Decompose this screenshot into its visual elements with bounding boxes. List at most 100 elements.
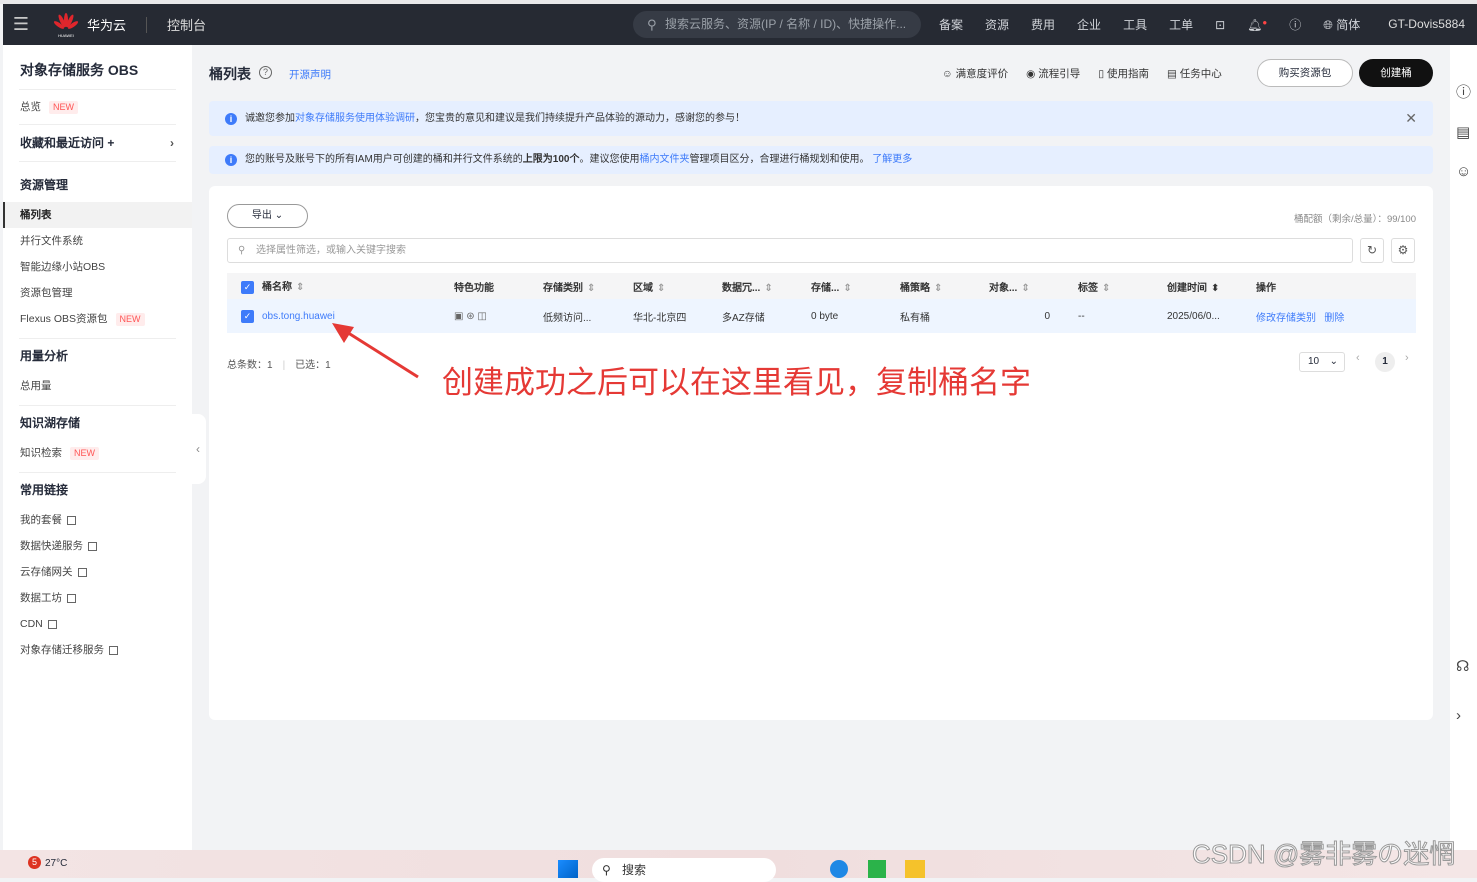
text: 诚邀您参加 bbox=[245, 113, 295, 124]
nav-enterprise[interactable]: 企业 bbox=[1077, 16, 1101, 33]
buy-package-button[interactable]: 购买资源包 bbox=[1257, 59, 1353, 87]
col-objects[interactable]: 对象... ⇕ bbox=[975, 273, 1064, 299]
label: 存储... bbox=[811, 282, 840, 294]
sidebar-favorites[interactable]: 收藏和最近访问 + › bbox=[3, 125, 192, 161]
col-created[interactable]: 创建时间 ⬍ bbox=[1153, 273, 1242, 299]
col-name[interactable]: ✓ 桶名称 ⇕ bbox=[227, 273, 440, 299]
file-explorer-icon[interactable] bbox=[905, 860, 925, 878]
smiley-icon: ☺ bbox=[942, 68, 953, 80]
col-policy[interactable]: 桶策略 ⇕ bbox=[886, 273, 975, 299]
sidebar-item-flexus[interactable]: Flexus OBS资源包 NEW bbox=[3, 306, 192, 332]
satisfaction-button[interactable]: ☺ 满意度评价 bbox=[942, 66, 1008, 81]
filter-search-input[interactable]: ⚲ 选择属性筛选，或输入关键字搜索 bbox=[227, 238, 1353, 263]
app-icon[interactable] bbox=[868, 860, 886, 878]
folder-link[interactable]: 桶内文件夹 bbox=[639, 154, 689, 165]
windows-start-icon[interactable] bbox=[558, 860, 578, 878]
prev-page-button[interactable]: ‹ bbox=[1356, 352, 1360, 364]
section-title-knowledge: 知识湖存储 bbox=[20, 416, 81, 430]
page-size-select[interactable]: 10 ⌄ bbox=[1299, 352, 1345, 372]
sidebar-collapse-button[interactable]: ‹ bbox=[190, 414, 206, 484]
smiley-icon[interactable]: ☺ bbox=[1456, 163, 1471, 180]
cell-created: 2025/06/0... bbox=[1153, 299, 1242, 333]
link-migration[interactable]: 对象存储迁移服务 bbox=[3, 637, 192, 663]
hamburger-menu-icon[interactable]: ☰ bbox=[3, 14, 39, 35]
weather-temp[interactable]: 27°C bbox=[45, 858, 67, 869]
label: 创建时间 bbox=[1167, 282, 1207, 294]
sidebar-item-edge-obs[interactable]: 智能边缘小站OBS bbox=[3, 254, 192, 280]
link-data-workshop[interactable]: 数据工坊 bbox=[3, 585, 192, 611]
nav-tools[interactable]: 工具 bbox=[1123, 16, 1147, 33]
select-all-checkbox[interactable]: ✓ bbox=[241, 280, 254, 294]
sort-icon[interactable]: ⇕ bbox=[934, 283, 942, 294]
chevron-right-icon: › bbox=[170, 136, 174, 150]
refresh-button[interactable]: ↻ bbox=[1360, 238, 1384, 263]
link-storage-gateway[interactable]: 云存储网关 bbox=[3, 559, 192, 585]
sidebar-item-bucket-list[interactable]: 桶列表 bbox=[3, 202, 192, 228]
sort-icon[interactable]: ⇕ bbox=[1102, 283, 1110, 294]
help-icon[interactable]: ⓘ bbox=[1289, 16, 1301, 33]
monitor-icon[interactable]: ▣ bbox=[454, 311, 463, 322]
nav-resources[interactable]: 资源 bbox=[985, 16, 1009, 33]
sort-icon[interactable]: ⇕ bbox=[657, 283, 665, 294]
row-checkbox[interactable]: ✓ bbox=[241, 309, 254, 323]
settings-button[interactable]: ⚙ bbox=[1391, 238, 1415, 263]
sort-icon[interactable]: ⇕ bbox=[587, 283, 595, 294]
nav-billing[interactable]: 费用 bbox=[1031, 16, 1055, 33]
sort-icon[interactable]: ⇕ bbox=[843, 283, 851, 294]
table-summary: 总条数：1 | 已选：1 bbox=[227, 360, 331, 371]
label: 对象... bbox=[989, 282, 1018, 294]
user-account[interactable]: GT-Dovis5884 bbox=[1388, 17, 1465, 31]
learn-more-link[interactable]: 了解更多 bbox=[872, 154, 912, 165]
sidebar-item-overview[interactable]: 总览 NEW bbox=[3, 90, 192, 124]
chevron-right-icon[interactable]: › bbox=[1456, 707, 1461, 724]
headset-icon[interactable]: ☊ bbox=[1456, 657, 1469, 675]
label: 使用指南 bbox=[1106, 68, 1149, 80]
guide-flow-button[interactable]: ◉ 流程引导 bbox=[1026, 66, 1080, 81]
nav-beian[interactable]: 备案 bbox=[939, 16, 963, 33]
close-icon[interactable]: ✕ bbox=[1405, 101, 1417, 136]
notes-icon[interactable]: ▤ bbox=[1456, 123, 1470, 141]
col-redundancy[interactable]: 数据冗... ⇕ bbox=[708, 273, 797, 299]
sidebar-item-package-mgmt[interactable]: 资源包管理 bbox=[3, 280, 192, 306]
sort-icon[interactable]: ⇕ bbox=[296, 282, 304, 293]
sidebar-item-knowledge-search[interactable]: 知识检索 NEW bbox=[3, 440, 192, 466]
table-icon[interactable]: ◫ bbox=[477, 311, 486, 322]
sidebar-item-total-usage[interactable]: 总用量 bbox=[3, 373, 192, 399]
sort-icon[interactable]: ⇕ bbox=[1021, 283, 1029, 294]
change-storage-class-link[interactable]: 修改存储类别 bbox=[1256, 313, 1316, 324]
label: 数据冗... bbox=[722, 282, 761, 294]
page-1-button[interactable]: 1 bbox=[1375, 352, 1395, 372]
taskbar-search[interactable]: ⚲ 搜索 bbox=[592, 858, 776, 882]
sidebar-item-parallel-fs[interactable]: 并行文件系统 bbox=[3, 228, 192, 254]
create-bucket-button[interactable]: 创建桶 bbox=[1359, 59, 1433, 87]
sort-icon[interactable]: ⬍ bbox=[1211, 283, 1219, 294]
help-icon[interactable]: ⓘ bbox=[1456, 81, 1471, 102]
sort-icon[interactable]: ⇕ bbox=[764, 283, 772, 294]
col-tags[interactable]: 标签 ⇕ bbox=[1064, 273, 1153, 299]
language-switch[interactable]: 🌐︎ 简体 bbox=[1323, 16, 1360, 33]
survey-link[interactable]: 对象存储服务使用体验调研 bbox=[295, 113, 415, 124]
user-guide-button[interactable]: ▯ 使用指南 bbox=[1098, 66, 1149, 81]
encryption-icon[interactable]: ⊛ bbox=[466, 311, 474, 322]
link-data-express[interactable]: 数据快递服务 bbox=[3, 533, 192, 559]
link-my-package[interactable]: 我的套餐 bbox=[3, 507, 192, 533]
global-search-input[interactable]: ⚲ 搜索云服务、资源(IP / 名称 / ID)、快捷操作... bbox=[633, 11, 921, 38]
next-page-button[interactable]: › bbox=[1405, 352, 1409, 364]
col-region[interactable]: 区域 ⇕ bbox=[619, 273, 708, 299]
export-dropdown[interactable]: 导出 ⌄ bbox=[227, 204, 308, 228]
page-title: 桶列表 bbox=[209, 66, 251, 82]
nav-tickets[interactable]: 工单 bbox=[1169, 16, 1193, 33]
terminal-icon[interactable]: ⊡ bbox=[1215, 18, 1225, 32]
open-source-link[interactable]: 开源声明 bbox=[289, 67, 331, 82]
task-center-button[interactable]: ▤ 任务中心 bbox=[1167, 66, 1222, 81]
edge-browser-icon[interactable] bbox=[830, 860, 848, 878]
col-storage-used[interactable]: 存储... ⇕ bbox=[797, 273, 886, 299]
bell-icon[interactable]: 🔔︎● bbox=[1247, 18, 1267, 32]
delete-link[interactable]: 删除 bbox=[1324, 313, 1344, 324]
col-storage-class[interactable]: 存储类别 ⇕ bbox=[529, 273, 619, 299]
book-icon: ▯ bbox=[1098, 68, 1105, 80]
link-cdn[interactable]: CDN bbox=[3, 611, 192, 637]
console-link[interactable]: 控制台 bbox=[167, 15, 206, 34]
brand-name[interactable]: 华为云 bbox=[87, 15, 126, 34]
help-icon[interactable]: ? bbox=[259, 66, 272, 79]
